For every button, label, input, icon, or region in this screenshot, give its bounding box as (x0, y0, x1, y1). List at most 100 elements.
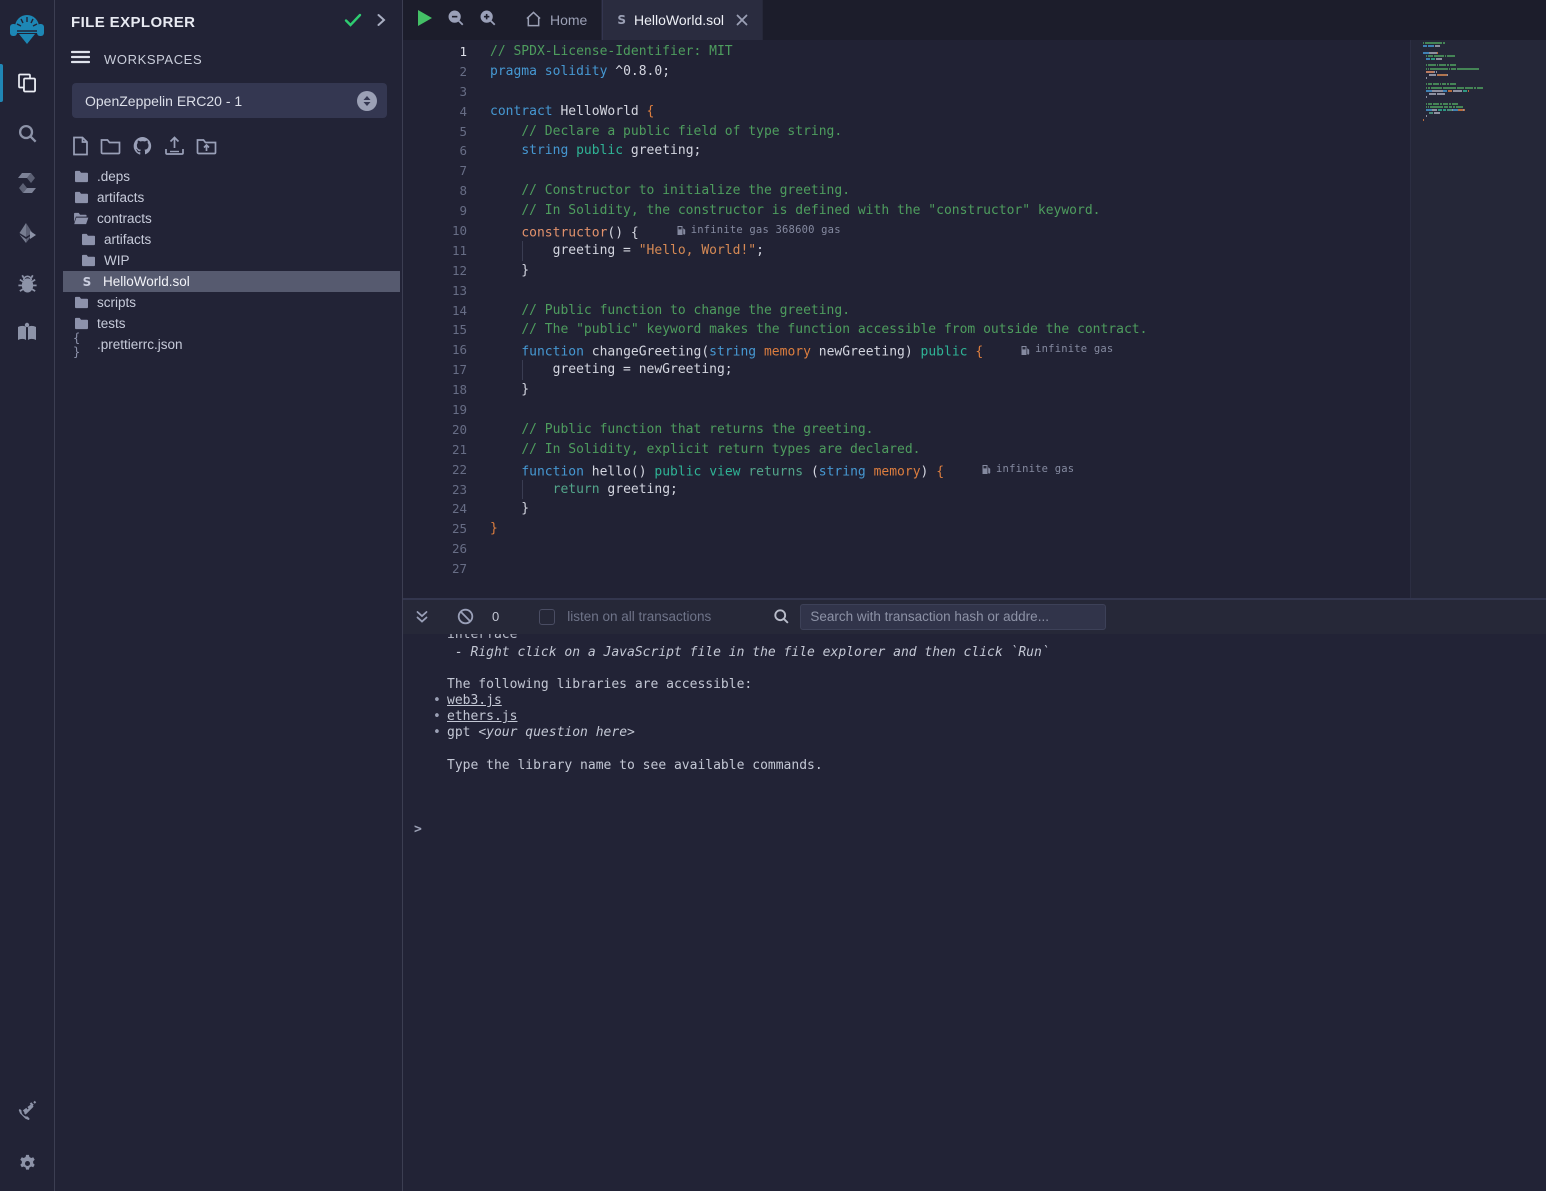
code-line[interactable]: // Public function that returns the gree… (490, 420, 874, 440)
listen-transactions-checkbox[interactable] (539, 609, 555, 625)
line-number[interactable]: 23 (403, 480, 467, 500)
line-number[interactable]: 13 (403, 281, 467, 301)
line-number[interactable]: 4 (403, 102, 467, 122)
debugger-icon[interactable] (0, 258, 55, 308)
line-number[interactable]: 7 (403, 161, 467, 181)
tree-item[interactable]: tests (55, 313, 402, 334)
code-line[interactable]: // Declare a public field of type string… (490, 122, 842, 142)
tab-home[interactable]: Home (511, 0, 602, 40)
line-number[interactable]: 1 (403, 42, 467, 62)
zoom-in-icon[interactable] (479, 9, 497, 32)
terminal-line: The following libraries are accessible: (403, 677, 1546, 693)
terminal-search-input[interactable] (800, 604, 1106, 630)
code-line[interactable]: } (490, 380, 529, 400)
line-number[interactable]: 9 (403, 201, 467, 221)
line-number[interactable]: 22 (403, 460, 467, 480)
code-line[interactable]: } (490, 261, 529, 281)
accept-check-icon[interactable] (344, 13, 362, 32)
minimap[interactable] (1423, 42, 1515, 128)
code-line[interactable]: greeting = newGreeting; (490, 360, 733, 380)
tree-item-label: .prettierrc.json (97, 337, 183, 352)
line-number[interactable]: 18 (403, 380, 467, 400)
tree-item[interactable]: WIP (55, 250, 402, 271)
code-line[interactable]: function hello() public view returns (st… (490, 460, 1074, 480)
line-number[interactable]: 10 (403, 221, 467, 241)
line-number[interactable]: 11 (403, 241, 467, 261)
line-number[interactable]: 24 (403, 499, 467, 519)
line-number[interactable]: 16 (403, 340, 467, 360)
workspace-select[interactable]: OpenZeppelin ERC20 - 1 (72, 83, 387, 118)
main-area: Home S HelloWorld.sol 1 // SPDX-License-I… (403, 0, 1546, 1191)
clear-console-icon[interactable] (457, 608, 474, 625)
tree-item[interactable]: SHelloWorld.sol (63, 271, 400, 292)
learneth-icon[interactable] (0, 308, 55, 358)
code-line[interactable]: // Constructor to initialize the greetin… (490, 181, 850, 201)
code-line[interactable]: } (490, 519, 498, 539)
line-number[interactable]: 5 (403, 122, 467, 142)
github-clone-icon[interactable] (132, 136, 153, 156)
code-editor[interactable]: 1 // SPDX-License-Identifier: MIT 2 pragma … (403, 40, 1546, 598)
code-line[interactable]: } (490, 499, 529, 519)
code-line[interactable]: return greeting; (490, 480, 678, 500)
new-file-icon[interactable] (72, 136, 89, 156)
search-icon[interactable] (0, 108, 55, 158)
tree-item[interactable]: contracts (55, 208, 402, 229)
tree-item[interactable]: { }.prettierrc.json (55, 334, 402, 355)
line-number[interactable]: 15 (403, 320, 467, 340)
line-number[interactable]: 21 (403, 440, 467, 460)
line-number[interactable]: 27 (403, 559, 467, 579)
tab-helloworld-sol[interactable]: S HelloWorld.sol (602, 0, 763, 40)
tree-item[interactable]: artifacts (55, 229, 402, 250)
remix-logo-icon[interactable] (0, 0, 55, 58)
code-line[interactable]: // Public function to change the greetin… (490, 301, 850, 321)
run-script-play-button[interactable] (416, 9, 433, 32)
code-line[interactable]: // SPDX-License-Identifier: MIT (490, 42, 733, 62)
file-explorer-icon[interactable] (0, 58, 55, 108)
new-folder-icon[interactable] (100, 137, 121, 155)
terminal-output[interactable]: interface - Right click on a JavaScript … (403, 634, 1546, 1191)
workspace-select-chevrons-icon[interactable] (357, 91, 377, 111)
collapse-panel-chevron-icon[interactable] (376, 13, 386, 32)
tab-close-icon[interactable] (736, 14, 748, 26)
tree-item[interactable]: artifacts (55, 187, 402, 208)
zoom-out-icon[interactable] (447, 9, 465, 32)
plugin-manager-icon[interactable] (0, 1085, 55, 1135)
workspaces-menu-icon[interactable] (71, 50, 90, 69)
line-number[interactable]: 25 (403, 519, 467, 539)
library-link[interactable]: web3.js (447, 693, 502, 708)
icon-rail (0, 0, 55, 1191)
terminal-prompt[interactable]: > (403, 822, 1546, 838)
line-number[interactable]: 6 (403, 141, 467, 161)
line-number[interactable]: 19 (403, 400, 467, 420)
line-number[interactable]: 20 (403, 420, 467, 440)
line-number[interactable]: 12 (403, 261, 467, 281)
tree-item[interactable]: scripts (55, 292, 402, 313)
code-line[interactable]: pragma solidity ^0.8.0; (490, 62, 670, 82)
code-line[interactable]: string public greeting; (490, 141, 701, 161)
line-number[interactable]: 8 (403, 181, 467, 201)
line-number[interactable]: 26 (403, 539, 467, 559)
line-number[interactable]: 17 (403, 360, 467, 380)
library-link[interactable]: ethers.js (447, 709, 517, 724)
code-line[interactable]: // In Solidity, explicit return types ar… (490, 440, 920, 460)
solidity-compiler-icon[interactable] (0, 158, 55, 208)
line-number[interactable]: 14 (403, 301, 467, 321)
workspace-selected-value: OpenZeppelin ERC20 - 1 (85, 93, 357, 109)
upload-file-icon[interactable] (164, 136, 185, 156)
code-line[interactable]: greeting = "Hello, World!"; (490, 241, 764, 261)
code-line[interactable]: function changeGreeting(string memory ne… (490, 340, 1113, 360)
line-number[interactable]: 3 (403, 82, 467, 102)
folder-icon (73, 191, 89, 204)
code-line[interactable]: // In Solidity, the constructor is defin… (490, 201, 1101, 221)
settings-icon[interactable] (0, 1135, 55, 1191)
deploy-run-icon[interactable] (0, 208, 55, 258)
editor-scroll-gutter[interactable] (1410, 40, 1546, 598)
tree-item[interactable]: .deps (55, 166, 402, 187)
upload-folder-icon[interactable] (196, 137, 217, 155)
code-line[interactable]: // The "public" keyword makes the functi… (490, 320, 1147, 340)
code-line[interactable]: constructor() {infinite gas 368600 gas (490, 221, 841, 241)
folder-icon (73, 317, 89, 330)
line-number[interactable]: 2 (403, 62, 467, 82)
code-line[interactable]: contract HelloWorld { (490, 102, 654, 122)
terminal-expand-icon[interactable] (415, 610, 429, 624)
